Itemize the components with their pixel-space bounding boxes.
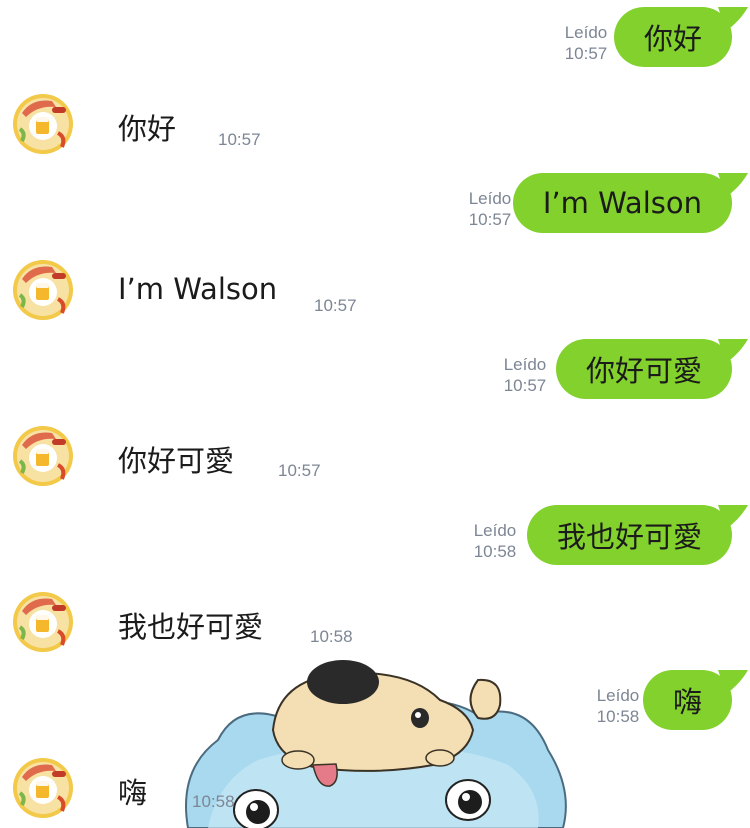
read-receipt: Leído — [503, 355, 547, 374]
food-plate-avatar-icon[interactable] — [12, 757, 74, 819]
message-time: 10:57 — [503, 376, 547, 395]
message-text: 你好 — [643, 22, 702, 56]
bubble-tail-icon — [718, 173, 748, 197]
message-time: 10:58 — [192, 792, 235, 811]
message-bubble[interactable]: 嗨 — [642, 670, 748, 730]
message-text: I’m Walson — [542, 186, 702, 220]
message-time: 10:57 — [278, 461, 321, 480]
read-receipt: Leído — [564, 23, 608, 42]
message-meta: Leído 10:57 — [462, 188, 518, 230]
message-text: 嗨 — [118, 776, 148, 810]
bubble-tail-icon — [718, 7, 748, 31]
message-text: 你好 — [118, 112, 177, 146]
message-time: 10:58 — [473, 542, 517, 561]
food-plate-avatar-icon[interactable] — [12, 591, 74, 653]
puppy-on-blue-creature-sticker-icon[interactable] — [178, 660, 568, 828]
message-time: 10:58 — [310, 627, 353, 646]
message-text: 你好可愛 — [585, 354, 702, 388]
message-time: 10:57 — [468, 210, 512, 229]
read-receipt: Leído — [468, 189, 512, 208]
bubble-tail-icon — [718, 505, 748, 529]
message-bubble[interactable]: I’m Walson — [512, 173, 748, 233]
food-plate-avatar-icon[interactable] — [12, 259, 74, 321]
read-receipt: Leído — [473, 521, 517, 540]
message-meta: Leído 10:58 — [467, 520, 523, 562]
message-text: 我也好可愛 — [556, 520, 702, 554]
message-text: I’m Walson — [118, 272, 278, 306]
message-meta: Leído 10:57 — [558, 22, 614, 64]
message-text: 我也好可愛 — [118, 610, 264, 644]
read-receipt: Leído — [596, 686, 640, 705]
message-bubble[interactable]: 我也好可愛 — [526, 505, 748, 565]
message-text: 嗨 — [672, 685, 702, 719]
bubble-tail-icon — [718, 670, 748, 694]
message-time: 10:57 — [314, 296, 357, 315]
message-text: 你好可愛 — [118, 444, 235, 478]
message-time: 10:57 — [564, 44, 608, 63]
food-plate-avatar-icon[interactable] — [12, 93, 74, 155]
message-meta: Leído 10:58 — [590, 685, 646, 727]
message-time: 10:57 — [218, 130, 261, 149]
bubble-tail-icon — [718, 339, 748, 363]
message-time: 10:58 — [596, 707, 640, 726]
message-bubble[interactable]: 你好可愛 — [555, 339, 748, 399]
message-bubble[interactable]: 你好 — [613, 7, 748, 67]
message-meta: Leído 10:57 — [497, 354, 553, 396]
food-plate-avatar-icon[interactable] — [12, 425, 74, 487]
